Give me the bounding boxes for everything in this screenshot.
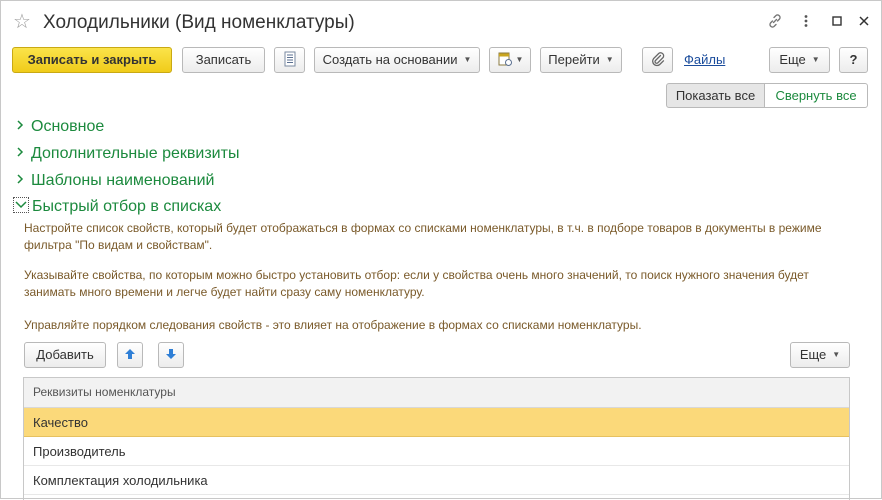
group-main-label: Основное bbox=[31, 118, 105, 135]
title-bar: ☆ Холодильники (Вид номенклатуры) bbox=[1, 1, 881, 45]
document-list-icon bbox=[284, 51, 295, 67]
group-name-templates-label: Шаблоны наименований bbox=[31, 172, 215, 189]
arrow-up-icon bbox=[125, 349, 135, 359]
table-row[interactable]: Комплектация холодильника bbox=[24, 466, 849, 495]
attributes-table: Реквизиты номенклатуры Качество Производ… bbox=[23, 377, 850, 500]
chevron-right-icon bbox=[15, 169, 31, 191]
chevron-right-icon bbox=[15, 142, 31, 164]
table-more-button[interactable]: Еще ▼ bbox=[790, 342, 850, 368]
paperclip-icon bbox=[651, 52, 664, 67]
move-down-button[interactable] bbox=[158, 342, 184, 368]
maximize-icon[interactable] bbox=[827, 13, 847, 33]
save-button[interactable]: Записать bbox=[182, 47, 265, 73]
table-more-label: Еще bbox=[799, 347, 827, 362]
print-button[interactable]: ▼ bbox=[489, 47, 531, 73]
chevron-right-icon bbox=[15, 115, 31, 137]
goto-button[interactable]: Перейти ▼ bbox=[540, 47, 622, 73]
table-header[interactable]: Реквизиты номенклатуры bbox=[24, 378, 849, 408]
arrow-down-icon bbox=[166, 349, 176, 359]
group-additional-attributes-label: Дополнительные реквизиты bbox=[31, 145, 240, 162]
chevron-down-icon bbox=[13, 197, 29, 213]
chevron-down-icon: ▼ bbox=[463, 55, 472, 64]
chevron-down-icon: ▼ bbox=[605, 55, 614, 64]
table-row[interactable]: Качество bbox=[24, 408, 849, 437]
close-icon[interactable] bbox=[854, 13, 874, 33]
group-additional-attributes[interactable]: Дополнительные реквизиты bbox=[15, 142, 239, 164]
chevron-down-icon: ▼ bbox=[832, 350, 841, 359]
group-quick-filter-label: Быстрый отбор в списках bbox=[32, 198, 222, 215]
create-based-on-button[interactable]: Создать на основании ▼ bbox=[314, 47, 480, 73]
add-button[interactable]: Добавить bbox=[24, 342, 106, 368]
more-vertical-icon[interactable] bbox=[796, 13, 816, 33]
more-label: Еще bbox=[779, 52, 806, 67]
move-up-button[interactable] bbox=[117, 342, 143, 368]
chevron-down-icon: ▼ bbox=[811, 55, 820, 64]
goto-label: Перейти bbox=[548, 52, 600, 67]
quick-filter-description-2: Указывайте свойства, по которым можно бы… bbox=[24, 268, 809, 299]
group-main[interactable]: Основное bbox=[15, 115, 104, 137]
quick-filter-description-3: Управляйте порядком следования свойств -… bbox=[24, 318, 642, 332]
files-link[interactable]: Файлы bbox=[684, 52, 725, 67]
show-all-button[interactable]: Показать все bbox=[666, 83, 765, 108]
attach-button[interactable] bbox=[642, 47, 673, 73]
help-button[interactable]: ? bbox=[839, 47, 868, 73]
form-window: ☆ Холодильники (Вид номенклатуры) Записа… bbox=[0, 0, 882, 500]
print-icon bbox=[498, 52, 512, 66]
favorite-star-icon[interactable]: ☆ bbox=[13, 10, 31, 34]
chevron-down-icon: ▼ bbox=[515, 55, 524, 64]
link-icon[interactable] bbox=[765, 13, 785, 33]
report-button[interactable] bbox=[274, 47, 305, 73]
quick-filter-description-1: Настройте список свойств, который будет … bbox=[24, 221, 822, 252]
window-title: Холодильники (Вид номенклатуры) bbox=[43, 12, 355, 33]
more-button[interactable]: Еще ▼ bbox=[769, 47, 830, 73]
group-quick-filter[interactable]: Быстрый отбор в списках bbox=[13, 196, 221, 218]
group-name-templates[interactable]: Шаблоны наименований bbox=[15, 169, 214, 191]
collapse-all-button[interactable]: Свернуть все bbox=[764, 83, 868, 108]
create-based-on-label: Создать на основании bbox=[322, 52, 458, 67]
save-and-close-button[interactable]: Записать и закрыть bbox=[12, 47, 172, 73]
table-row[interactable]: Производитель bbox=[24, 437, 849, 466]
